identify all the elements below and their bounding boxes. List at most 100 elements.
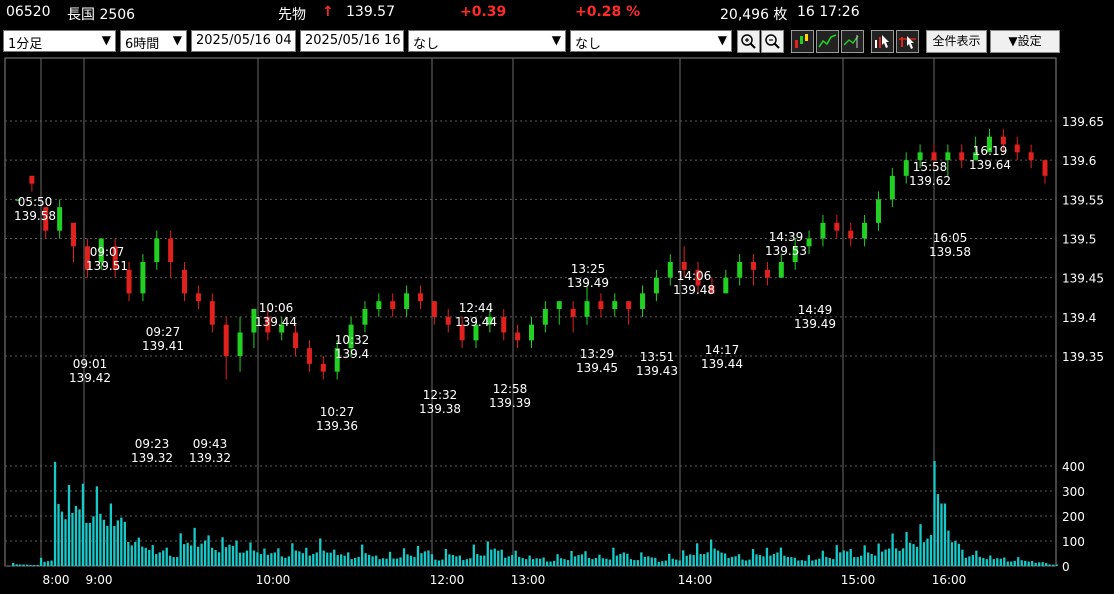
volume-bar [566,560,570,566]
candle-body [598,301,604,309]
candle-body [820,222,826,239]
volume-bar [741,559,744,566]
volume-bar [776,552,779,566]
volume-bar [954,540,957,566]
volume-bar [329,552,332,566]
volume-bar [709,539,713,566]
annotation-time: 09:23 [135,437,170,451]
show-all-button[interactable]: 全件表示 [926,30,987,53]
draw-line-button[interactable] [896,30,919,53]
annotation-value: 139.62 [909,174,951,188]
volume-bar [1048,564,1051,566]
instrument-type: 先物 [278,7,306,23]
candle-body [584,301,590,317]
volume-bar [1031,561,1034,566]
volume-bar [263,548,266,566]
volume-bar [751,548,755,566]
volume-bar [116,520,119,566]
zoom-out-button[interactable] [761,30,784,53]
volume-bar [1034,562,1037,566]
line-chart-button[interactable] [816,30,839,53]
indicator1-select[interactable]: なし ▼ [408,30,566,52]
candle-body [806,238,812,247]
annotation-time: 10:32 [335,333,370,347]
volume-bar [326,552,329,566]
to-date-input[interactable]: 2025/05/16 16 [300,30,404,52]
annotation-time: 05:50 [18,195,53,209]
volume-bar [598,554,601,566]
volume-bar [102,519,106,566]
volume-bar [479,555,482,566]
span-value: 6時間 [125,37,160,52]
candle-body [542,309,548,325]
volume-bar [217,552,221,566]
candle-body [417,293,423,302]
volume-bar [504,557,507,566]
settings-button[interactable]: ▼設定 [990,30,1060,53]
volume-bar [825,556,828,566]
volume-tick-label: 200 [1062,510,1085,524]
volume-bar [448,554,451,566]
volume-bar [186,542,189,566]
volume-bar [207,535,210,566]
volume-bar [434,559,437,566]
volume-bar [423,551,427,566]
volume-bar [531,559,535,566]
volume-bar [416,546,420,566]
candlestick-chart-button[interactable] [791,30,814,53]
volume-bar [357,556,360,566]
indicator2-select[interactable]: なし ▼ [570,30,732,52]
volume-bar [95,486,99,566]
candle-body [751,262,757,270]
volume-bar [465,559,468,566]
chart-toolbar: 1分足 ▼ 6時間 ▼ 2025/05/16 04 2025/05/16 16 … [0,28,1114,56]
annotation-value: 139.32 [189,451,231,465]
annotation-value: 139.58 [929,245,971,259]
interval-select[interactable]: 1分足 ▼ [3,30,116,52]
annotation-time: 09:01 [73,357,108,371]
volume-bar [577,555,580,566]
time-tick-label: 14:00 [678,573,713,587]
from-date-input[interactable]: 2025/05/16 04 [191,30,296,52]
volume-bar [322,550,325,566]
volume-bar [144,547,147,566]
candle-body [431,301,437,317]
volume-tick-label: 100 [1062,535,1085,549]
volume-bar [81,483,85,566]
bar-chart-button[interactable] [841,30,864,53]
volume-bar [92,516,95,566]
volume-bar [245,550,249,566]
volume-bar [385,558,388,566]
volume-bar [675,559,678,566]
volume-bar [905,531,908,566]
volume-bar [493,548,496,566]
price-chart[interactable]: 05:50139.5809:07139.5109:01139.4209:2713… [0,56,1114,594]
volume-bar [249,542,252,566]
volume-bar [982,558,985,566]
volume-bar [29,565,32,566]
annotation-time: 14:39 [769,230,804,244]
volume-bar [542,557,545,566]
volume-bar [315,552,318,566]
volume-bar [1055,564,1058,566]
volume-bar [814,559,817,566]
volume-bar [507,556,510,566]
volume-bar [619,554,622,566]
zoom-in-button[interactable] [737,30,760,53]
volume-bar [891,533,894,566]
volume-bar [584,551,587,566]
candle-body [362,309,368,325]
candle-body [515,332,521,341]
span-select[interactable]: 6時間 ▼ [118,28,189,54]
volume-bar [1017,557,1020,566]
volume-bar [32,565,36,566]
draw-trend-button[interactable] [871,30,894,53]
candle-body [376,301,382,309]
volume-bar [661,561,664,566]
candle-body [209,301,215,325]
volume-bar [196,546,200,566]
annotation-time: 14:06 [677,269,712,283]
volume-bar [1006,561,1009,566]
volume-bar [413,557,416,566]
annotation-value: 139.44 [255,315,297,329]
